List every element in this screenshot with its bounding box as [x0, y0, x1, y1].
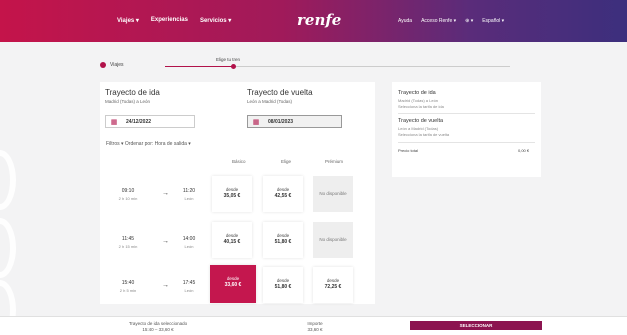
nav-ayuda[interactable]: Ayuda: [398, 18, 412, 24]
stepper-progress: [165, 66, 235, 67]
nav-language[interactable]: Español ▾: [482, 18, 504, 24]
outbound-route: Madrid (Todas) a León: [105, 99, 151, 104]
col-header-premium: Prémium: [325, 159, 344, 164]
bottom-selection-info: Trayecto de ida seleccionado 15:40 – 33,6…: [128, 321, 188, 332]
summary-ida-route: Madrid (Todas) a León: [398, 98, 439, 103]
fare-basico[interactable]: desde 40,15 €: [212, 222, 252, 258]
nav-servicios[interactable]: Servicios ▾: [200, 17, 231, 24]
step-dot-1: [100, 62, 106, 68]
summary-vuelta-detail: Selecciona la tarifa de vuelta: [398, 132, 450, 137]
departure-time: 11:45 2 h 15 min: [118, 236, 138, 249]
step-label-2: Elige tu tren: [216, 57, 241, 62]
bottom-amount: Importe 33,60 €: [307, 321, 323, 332]
summary-vuelta-title: Trayecto de vuelta: [398, 118, 444, 124]
arrow-right-icon: →: [162, 238, 169, 245]
decorative-ring: [0, 150, 16, 210]
outbound-title: Trayecto de ida: [105, 88, 160, 97]
fare-basico-selected[interactable]: desde 33,60 €: [210, 265, 256, 303]
departure-time: 15:40 2 h 5 min: [119, 280, 137, 293]
fare-basico[interactable]: desde 35,05 €: [212, 176, 252, 212]
return-date-picker[interactable]: ▦ 08/01/2023: [247, 115, 342, 128]
arrival-time: 11:20 León: [182, 188, 196, 201]
col-header-basico: Básico: [232, 159, 246, 164]
fare-premium[interactable]: desde 72,25 €: [313, 267, 353, 303]
renfe-logo[interactable]: renfe: [297, 11, 341, 29]
summary-ida-detail: Selecciona la tarifa de ida: [398, 104, 444, 109]
divider: [398, 113, 535, 114]
arrow-right-icon: →: [162, 282, 169, 289]
select-button[interactable]: SELECCIONAR: [410, 321, 542, 330]
col-header-elige: Elige: [281, 159, 292, 164]
fare-elige[interactable]: desde 42,55 €: [263, 176, 303, 212]
arrival-time: 17:45 León: [182, 280, 196, 293]
return-title: Trayecto de vuelta: [247, 88, 313, 97]
decorative-ring: [0, 218, 16, 278]
nav-acceso[interactable]: Acceso Renfe ▾: [421, 18, 456, 24]
calendar-icon: ▦: [252, 118, 260, 126]
outbound-date-picker[interactable]: ▦ 24/12/2022: [105, 115, 195, 128]
arrow-right-icon: →: [162, 190, 169, 197]
departure-time: 09:10 2 h 10 min: [118, 188, 138, 201]
nav-viajes[interactable]: Viajes ▾: [117, 17, 139, 24]
utility-nav: Ayuda Acceso Renfe ▾ ⊕ ▾ Español ▾: [398, 18, 504, 24]
trip-summary: Trayecto de ida Madrid (Todas) a León Se…: [392, 82, 541, 177]
main-nav: Viajes ▾ Experiencias Servicios ▾: [117, 17, 231, 24]
summary-total-value: 0,00 €: [518, 148, 530, 153]
fare-elige[interactable]: desde 51,80 €: [263, 222, 303, 258]
filter-sort-bar[interactable]: Filtros ▾ Ordenar por: Hora de salida ▾: [106, 141, 191, 147]
fare-premium: No disponible: [313, 176, 353, 212]
return-date: 08/01/2023: [268, 118, 294, 125]
divider: [398, 142, 535, 143]
fare-premium: No disponible: [313, 222, 353, 258]
arrival-time: 14:00 León: [182, 236, 196, 249]
summary-total-label: Precio total: [398, 148, 419, 153]
nav-experiencias[interactable]: Experiencias: [151, 17, 188, 24]
top-header: Viajes ▾ Experiencias Servicios ▾ renfe …: [0, 0, 627, 42]
calendar-icon: ▦: [110, 118, 118, 126]
nav-accessibility[interactable]: ⊕ ▾: [465, 18, 473, 24]
return-route: León a Madrid (Todas): [247, 99, 293, 104]
summary-vuelta-route: León a Madrid (Todas): [398, 126, 439, 131]
summary-ida-title: Trayecto de ida: [398, 90, 436, 96]
step-dot-2: [231, 64, 236, 69]
outbound-date: 24/12/2022: [126, 118, 152, 125]
step-label-1[interactable]: Viajes: [110, 62, 124, 68]
fare-elige[interactable]: desde 51,80 €: [263, 267, 303, 303]
bottom-bar: Trayecto de ida seleccionado 15:40 – 33,6…: [0, 316, 627, 335]
